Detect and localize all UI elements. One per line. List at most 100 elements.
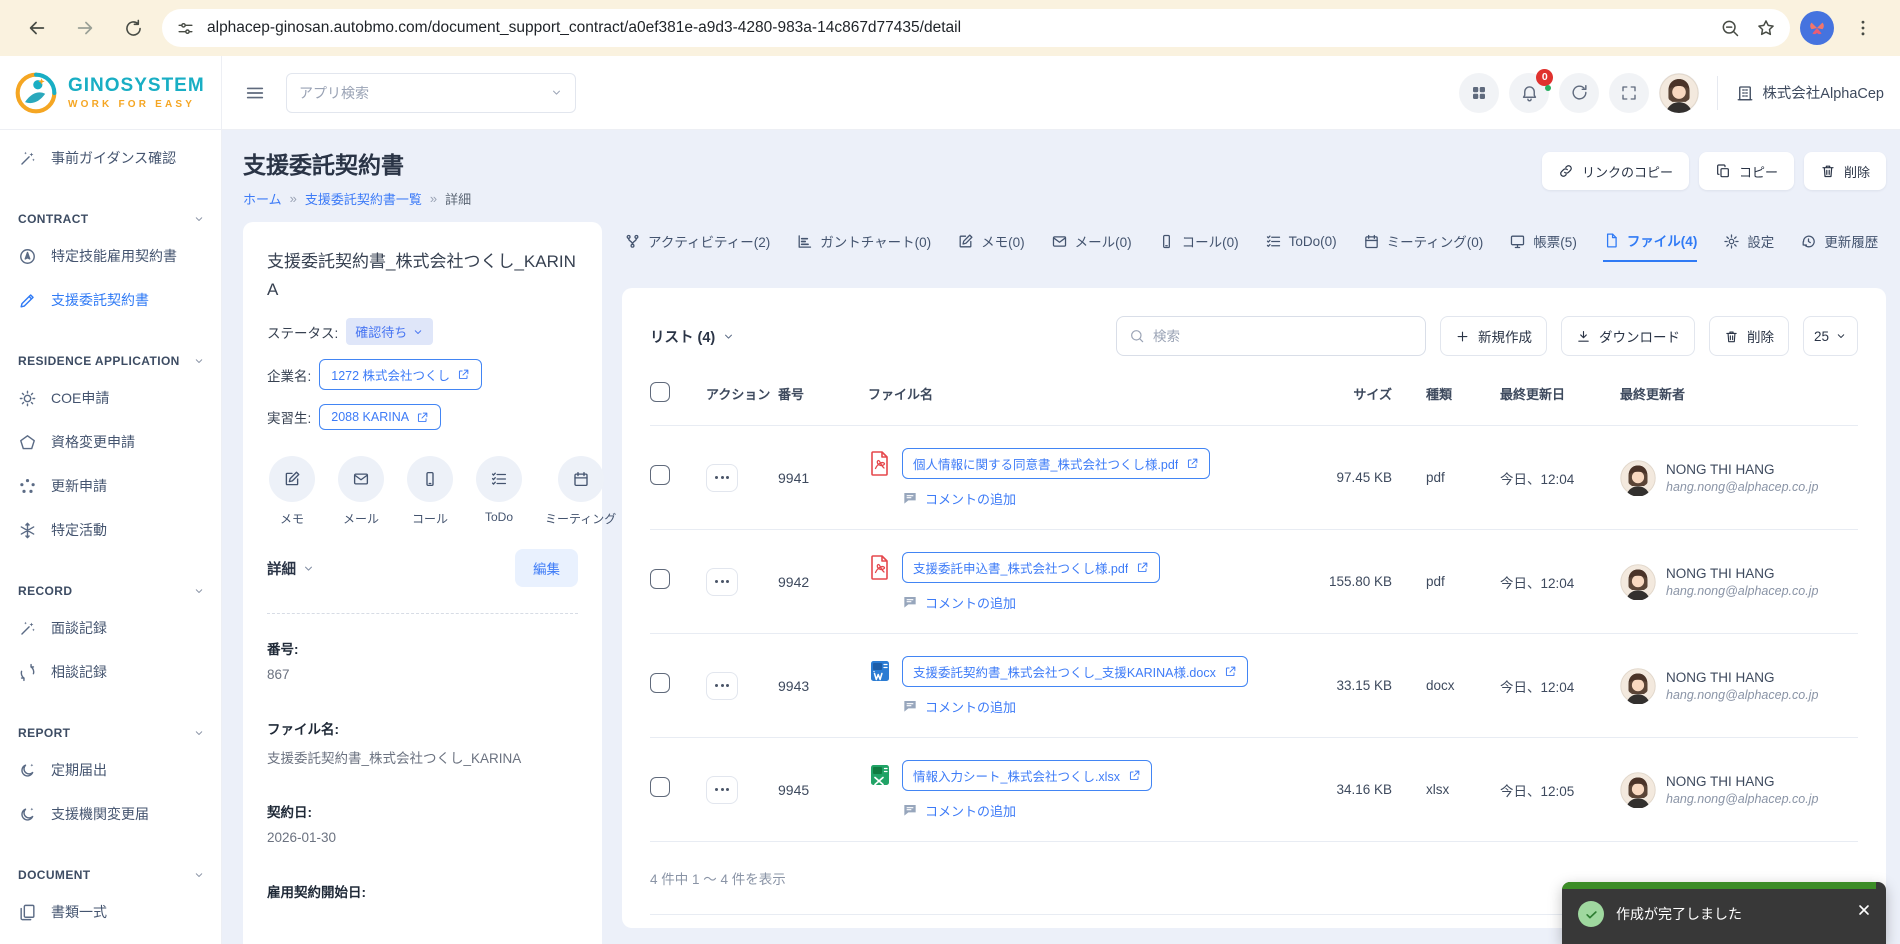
address-bar[interactable]: alphacep-ginosan.autobmo.com/document_su… <box>162 9 1790 47</box>
zoom-out-icon[interactable] <box>1720 18 1740 38</box>
browser-back-icon[interactable] <box>18 9 56 47</box>
tab-memo[interactable]: メモ(0) <box>957 230 1025 262</box>
company-link[interactable]: 1272 株式会社つくし <box>319 359 483 391</box>
sidebar-section-record[interactable]: RECORD <box>0 576 221 606</box>
tenant-selector[interactable]: 株式会社AlphaCep <box>1736 82 1884 103</box>
row-actions-button[interactable] <box>706 567 738 596</box>
notifications-button[interactable]: 0 <box>1509 68 1554 113</box>
row-checkbox[interactable] <box>650 673 670 693</box>
quick-action-memo[interactable]: メモ <box>269 456 315 527</box>
row-checkbox[interactable] <box>650 777 670 797</box>
file-link[interactable]: 支援委託申込書_株式会社つくし様.pdf <box>902 551 1161 583</box>
row-actions-button[interactable] <box>706 775 738 804</box>
user-avatar[interactable] <box>1659 72 1700 113</box>
tab-mail[interactable]: メール(0) <box>1051 230 1132 262</box>
fullscreen-button[interactable] <box>1609 72 1650 113</box>
sidebar-item-org-change-report[interactable]: 支援機関変更届 <box>0 792 221 836</box>
bookmark-star-icon[interactable] <box>1756 18 1776 38</box>
list-view-dropdown[interactable]: リスト (4) <box>650 326 735 347</box>
sidebar-item-support-contract[interactable]: 支援委託契約書 <box>0 278 221 322</box>
sidebar-item-renewal[interactable]: 更新申請 <box>0 464 221 508</box>
detail-toggle[interactable]: 詳細 <box>267 558 315 579</box>
row-actions-button[interactable] <box>706 671 738 700</box>
sidebar-item-designated-activities[interactable]: 特定活動 <box>0 508 221 552</box>
sidebar-item-employment-contract[interactable]: 特定技能雇用契約書 <box>0 234 221 278</box>
tab-history[interactable]: 更新履歴 <box>1800 230 1878 262</box>
tab-forms[interactable]: 帳票(5) <box>1509 230 1577 262</box>
browser-forward-icon[interactable] <box>66 9 104 47</box>
edit-button[interactable]: 編集 <box>515 549 578 588</box>
sidebar-section-contract[interactable]: CONTRACT <box>0 204 221 234</box>
copy-link-button[interactable]: リンクのコピー <box>1541 152 1689 190</box>
refresh-button[interactable] <box>1559 72 1600 113</box>
chevron-down-icon <box>193 869 205 881</box>
browser-reload-icon[interactable] <box>114 9 152 47</box>
tab-activity[interactable]: アクティビティー(2) <box>624 230 770 262</box>
row-checkbox[interactable] <box>650 569 670 589</box>
trash-icon <box>1724 329 1739 344</box>
breadcrumb-list[interactable]: 支援委託契約書一覧 <box>305 189 422 208</box>
sidebar-item-forms[interactable]: 帳票 <box>0 934 221 944</box>
quick-action-todo[interactable]: ToDo <box>476 456 522 527</box>
pentagon-icon <box>18 433 37 452</box>
browser-profile-avatar[interactable] <box>1800 11 1834 45</box>
delete-files-button[interactable]: 削除 <box>1708 316 1789 356</box>
sidebar-item-status-change[interactable]: 資格変更申請 <box>0 420 221 464</box>
sidebar-item-periodic-report[interactable]: 定期届出 <box>0 748 221 792</box>
page-title: 支援委託契約書 <box>243 152 404 178</box>
external-link-icon <box>1224 665 1237 678</box>
tab-files[interactable]: ファイル(4) <box>1602 230 1698 262</box>
breadcrumb-home[interactable]: ホーム <box>243 189 282 208</box>
tab-settings[interactable]: 設定 <box>1723 230 1774 262</box>
file-search-input[interactable] <box>1152 328 1413 344</box>
add-comment-link[interactable]: コメントの追加 <box>902 593 1280 612</box>
sidebar-section-document[interactable]: DOCUMENT <box>0 860 221 890</box>
trainee-link[interactable]: 2088 KARINA <box>319 404 442 431</box>
pdf-file-icon <box>868 554 892 580</box>
detail-card: 支援委託契約書_株式会社つくし_KARINA ステータス: 確認待ち 企業名: … <box>243 222 616 944</box>
row-actions-button[interactable] <box>706 463 738 492</box>
app-logo[interactable]: GINOSYSTEM WORK FOR EASY <box>0 56 222 129</box>
file-link[interactable]: 個人情報に関する同意書_株式会社つくし様.pdf <box>902 447 1211 479</box>
delete-button[interactable]: 削除 <box>1803 152 1886 190</box>
add-comment-link[interactable]: コメントの追加 <box>902 697 1280 716</box>
quick-action-meeting[interactable]: ミーティング <box>545 456 616 527</box>
add-comment-link[interactable]: コメントの追加 <box>902 489 1280 508</box>
add-comment-link[interactable]: コメントの追加 <box>902 801 1280 820</box>
create-new-button[interactable]: 新規作成 <box>1439 316 1547 356</box>
sidebar-item-pre-guidance[interactable]: 事前ガイダンス確認 <box>0 136 221 180</box>
apps-grid-button[interactable] <box>1459 72 1500 113</box>
quick-action-call[interactable]: コール <box>407 456 453 527</box>
row-checkbox[interactable] <box>650 465 670 485</box>
app-search-input[interactable] <box>299 84 542 101</box>
status-dropdown[interactable]: 確認待ち <box>346 318 434 346</box>
copy-button[interactable]: コピー <box>1698 152 1794 190</box>
tab-meeting[interactable]: ミーティング(0) <box>1363 230 1483 262</box>
tab-call[interactable]: コール(0) <box>1158 230 1239 262</box>
browser-menu-icon[interactable] <box>1844 9 1882 47</box>
sidebar-toggle-icon[interactable] <box>244 82 266 104</box>
url-text[interactable]: alphacep-ginosan.autobmo.com/document_su… <box>207 19 1708 37</box>
select-all-checkbox[interactable] <box>650 382 670 402</box>
tab-todo[interactable]: ToDo(0) <box>1265 230 1337 262</box>
sidebar-section-residence[interactable]: RESIDENCE APPLICATION <box>0 346 221 376</box>
quick-action-mail[interactable]: メール <box>338 456 384 527</box>
sidebar-item-consultation-record[interactable]: 相談記録 <box>0 650 221 694</box>
chevron-down-icon <box>193 213 205 225</box>
sidebar-item-coe[interactable]: COE申請 <box>0 376 221 420</box>
page-size-select[interactable]: 25 <box>1802 316 1858 356</box>
file-link[interactable]: 支援委託契約書_株式会社つくし_支援KARINA様.docx <box>902 655 1248 687</box>
toast-close-icon[interactable] <box>1856 902 1872 918</box>
file-search[interactable] <box>1115 316 1426 356</box>
calendar-icon <box>1363 233 1380 250</box>
sidebar-item-document-set[interactable]: 書類一式 <box>0 890 221 934</box>
sidebar-section-report[interactable]: REPORT <box>0 718 221 748</box>
file-link[interactable]: 情報入力シート_株式会社つくし.xlsx <box>902 759 1152 791</box>
files-panel: リスト (4) 新規作成 <box>622 288 1886 928</box>
sidebar-item-interview-record[interactable]: 面談記録 <box>0 606 221 650</box>
app-search-select[interactable] <box>286 72 576 113</box>
tab-gantt[interactable]: ガントチャート(0) <box>796 230 931 262</box>
documents-icon <box>18 903 37 922</box>
download-button[interactable]: ダウンロード <box>1560 316 1695 356</box>
site-info-icon[interactable] <box>176 19 195 38</box>
